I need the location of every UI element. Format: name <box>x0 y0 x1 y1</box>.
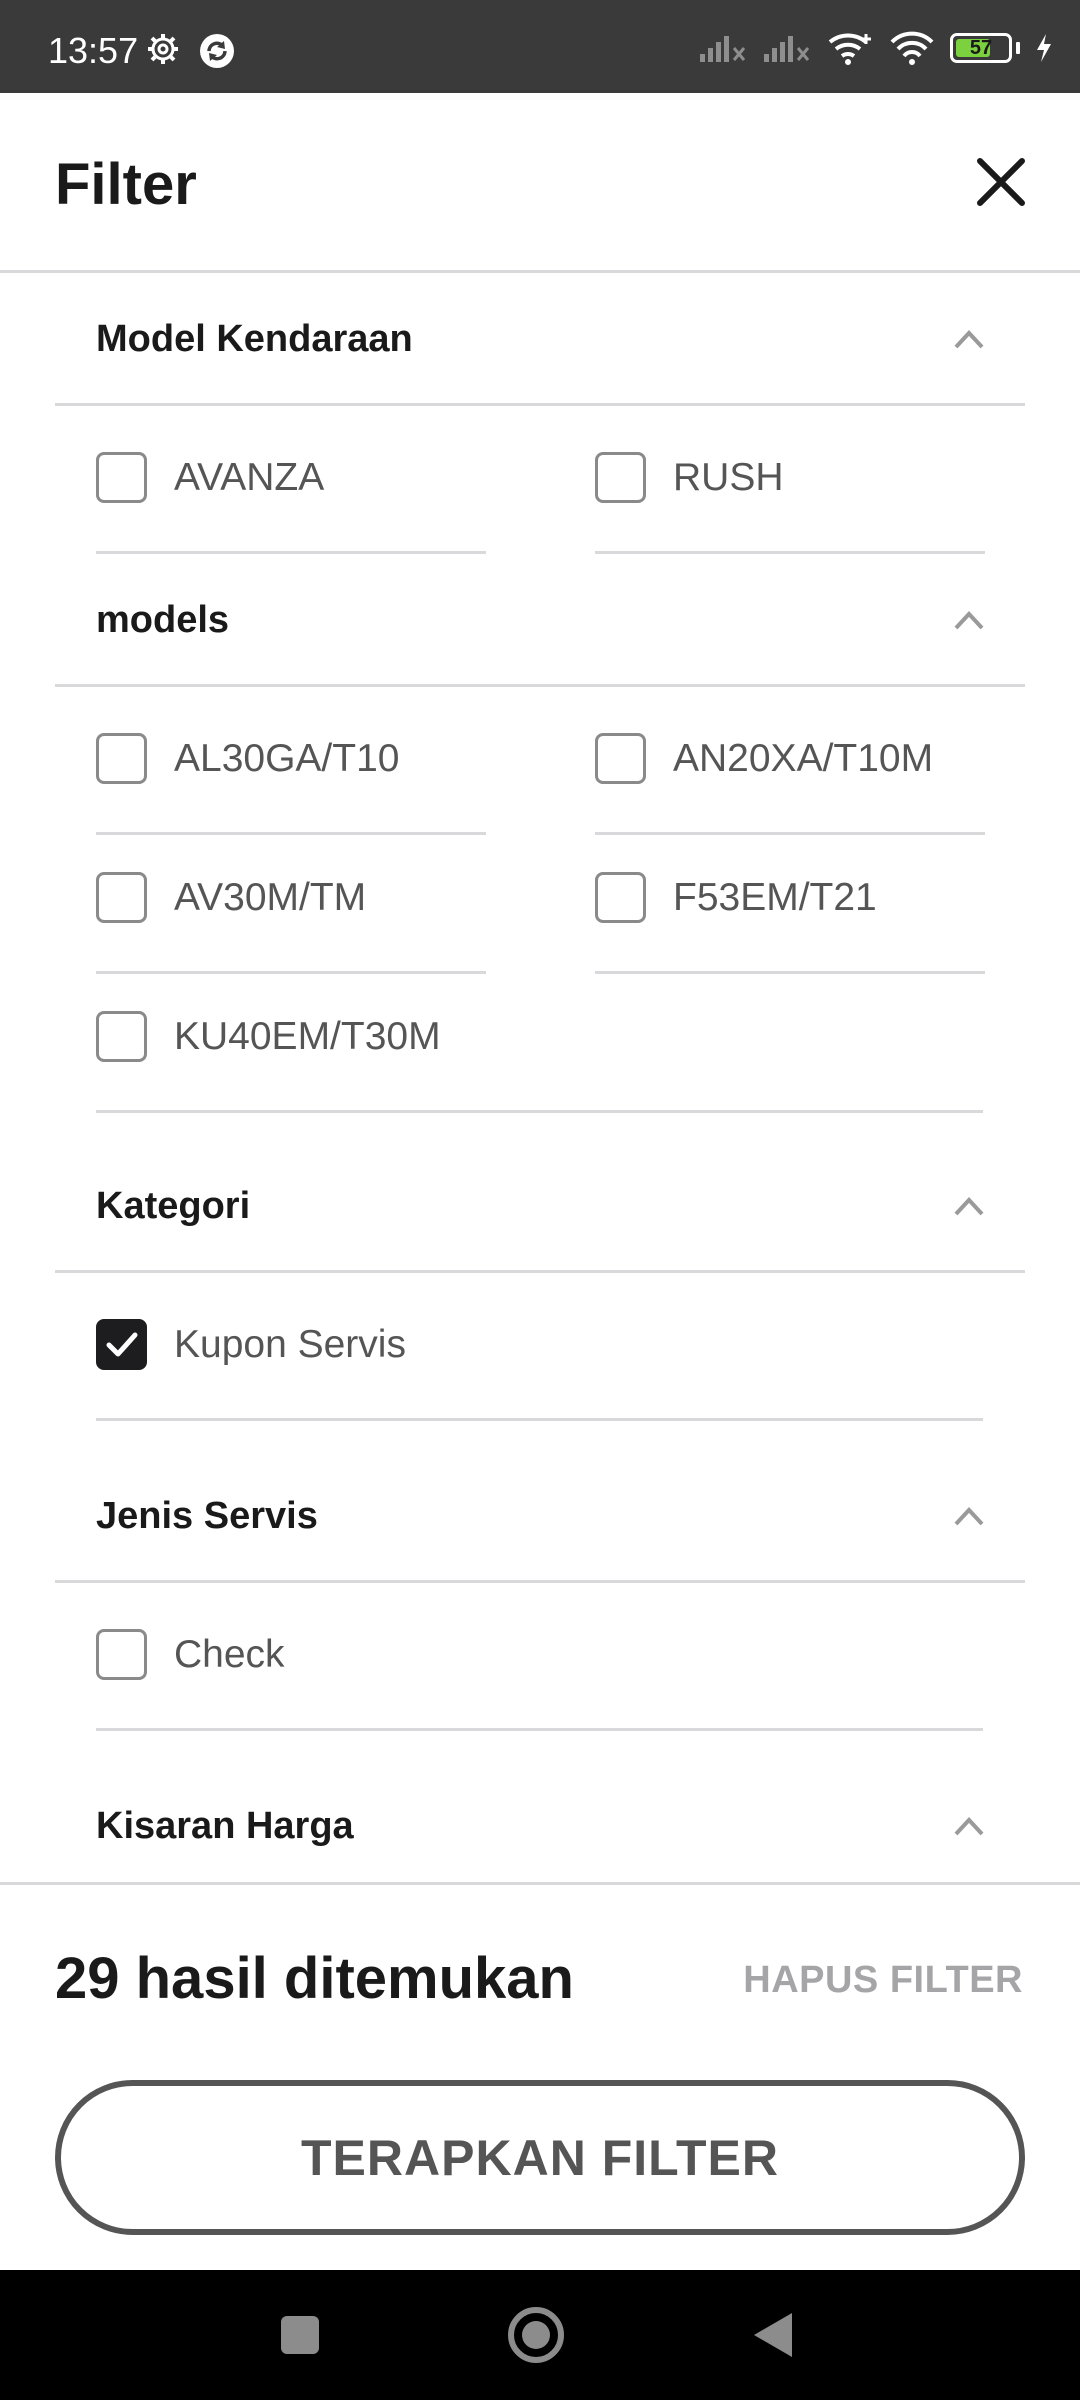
option-check[interactable]: Check <box>96 1583 983 1731</box>
checkbox[interactable] <box>595 733 646 784</box>
checkbox[interactable] <box>96 1011 147 1062</box>
option-avanza[interactable]: AVANZA <box>96 406 486 554</box>
signal-icon <box>764 36 810 62</box>
chevron-up-icon[interactable] <box>953 1195 985 1217</box>
wifi-icon <box>828 33 871 65</box>
clear-filter-button[interactable]: HAPUS FILTER <box>743 1959 1023 2002</box>
checkbox[interactable] <box>96 872 147 923</box>
option-label: Check <box>174 1633 285 1676</box>
section-title: Kategori <box>96 1185 251 1227</box>
wifi-icon <box>890 31 934 65</box>
checkbox[interactable] <box>96 452 147 503</box>
section-kisaran-harga[interactable]: Kisaran Harga <box>55 1763 1025 1882</box>
status-time: 13:57 <box>48 30 139 71</box>
charging-icon <box>1037 34 1051 62</box>
gear-icon <box>148 34 178 64</box>
section-title: models <box>96 599 230 641</box>
page-title: Filter <box>55 152 197 217</box>
signal-icon <box>700 36 746 62</box>
chevron-up-icon[interactable] <box>953 1815 985 1837</box>
option-av30m-tm[interactable]: AV30M/TM <box>96 826 486 974</box>
option-label: KU40EM/T30M <box>174 1015 441 1058</box>
checkbox[interactable] <box>595 872 646 923</box>
chevron-up-icon[interactable] <box>953 328 985 350</box>
option-label: AL30GA/T10 <box>174 737 400 780</box>
checkbox-checked[interactable] <box>96 1319 147 1370</box>
checkbox[interactable] <box>96 1629 147 1680</box>
option-ku40em-t30m[interactable]: KU40EM/T30M <box>96 965 983 1113</box>
system-nav-bar <box>0 2270 1080 2400</box>
option-label: AV30M/TM <box>174 876 367 919</box>
chevron-up-icon[interactable] <box>953 609 985 631</box>
apply-filter-label: TERAPKAN FILTER <box>301 2129 779 2186</box>
check-icon <box>106 1332 138 1357</box>
option-al30ga-t10[interactable]: AL30GA/T10 <box>96 687 486 835</box>
status-bar: 13:57 57 <box>0 0 1080 93</box>
section-jenis-servis[interactable]: Jenis Servis <box>55 1453 1025 1583</box>
filter-header: Filter <box>0 93 1080 273</box>
option-label: AVANZA <box>174 456 325 499</box>
option-label: Kupon Servis <box>174 1323 406 1366</box>
option-f53em-t21[interactable]: F53EM/T21 <box>595 826 985 974</box>
section-kategori[interactable]: Kategori <box>55 1143 1025 1273</box>
checkbox[interactable] <box>96 733 147 784</box>
close-icon[interactable] <box>974 155 1028 209</box>
option-rush[interactable]: RUSH <box>595 406 985 554</box>
battery-level: 57 <box>969 36 993 59</box>
checkbox[interactable] <box>595 452 646 503</box>
option-kupon-servis[interactable]: Kupon Servis <box>96 1273 983 1421</box>
section-model-kendaraan[interactable]: Model Kendaraan <box>55 276 1025 406</box>
results-count: 29 hasil ditemukan <box>55 1946 574 2011</box>
filter-footer: 29 hasil ditemukan HAPUS FILTER TERAPKAN… <box>0 1882 1080 2270</box>
section-title: Kisaran Harga <box>96 1805 354 1847</box>
section-models[interactable]: models <box>55 557 1025 687</box>
recents-icon[interactable] <box>240 2270 360 2400</box>
option-label: AN20XA/T10M <box>673 737 934 780</box>
sync-icon <box>200 34 234 68</box>
home-icon[interactable] <box>476 2270 596 2400</box>
back-icon[interactable] <box>712 2270 832 2400</box>
section-title: Jenis Servis <box>96 1495 318 1537</box>
option-an20xa-t10m[interactable]: AN20XA/T10M <box>595 687 985 835</box>
filter-list[interactable]: Model Kendaraan AVANZA RUSH models AL30G… <box>0 276 1080 1882</box>
option-label: RUSH <box>673 456 784 499</box>
apply-filter-button[interactable]: TERAPKAN FILTER <box>55 2080 1025 2235</box>
battery-icon: 57 <box>950 33 1012 63</box>
chevron-up-icon[interactable] <box>953 1505 985 1527</box>
section-title: Model Kendaraan <box>96 318 413 360</box>
option-label: F53EM/T21 <box>673 876 877 919</box>
